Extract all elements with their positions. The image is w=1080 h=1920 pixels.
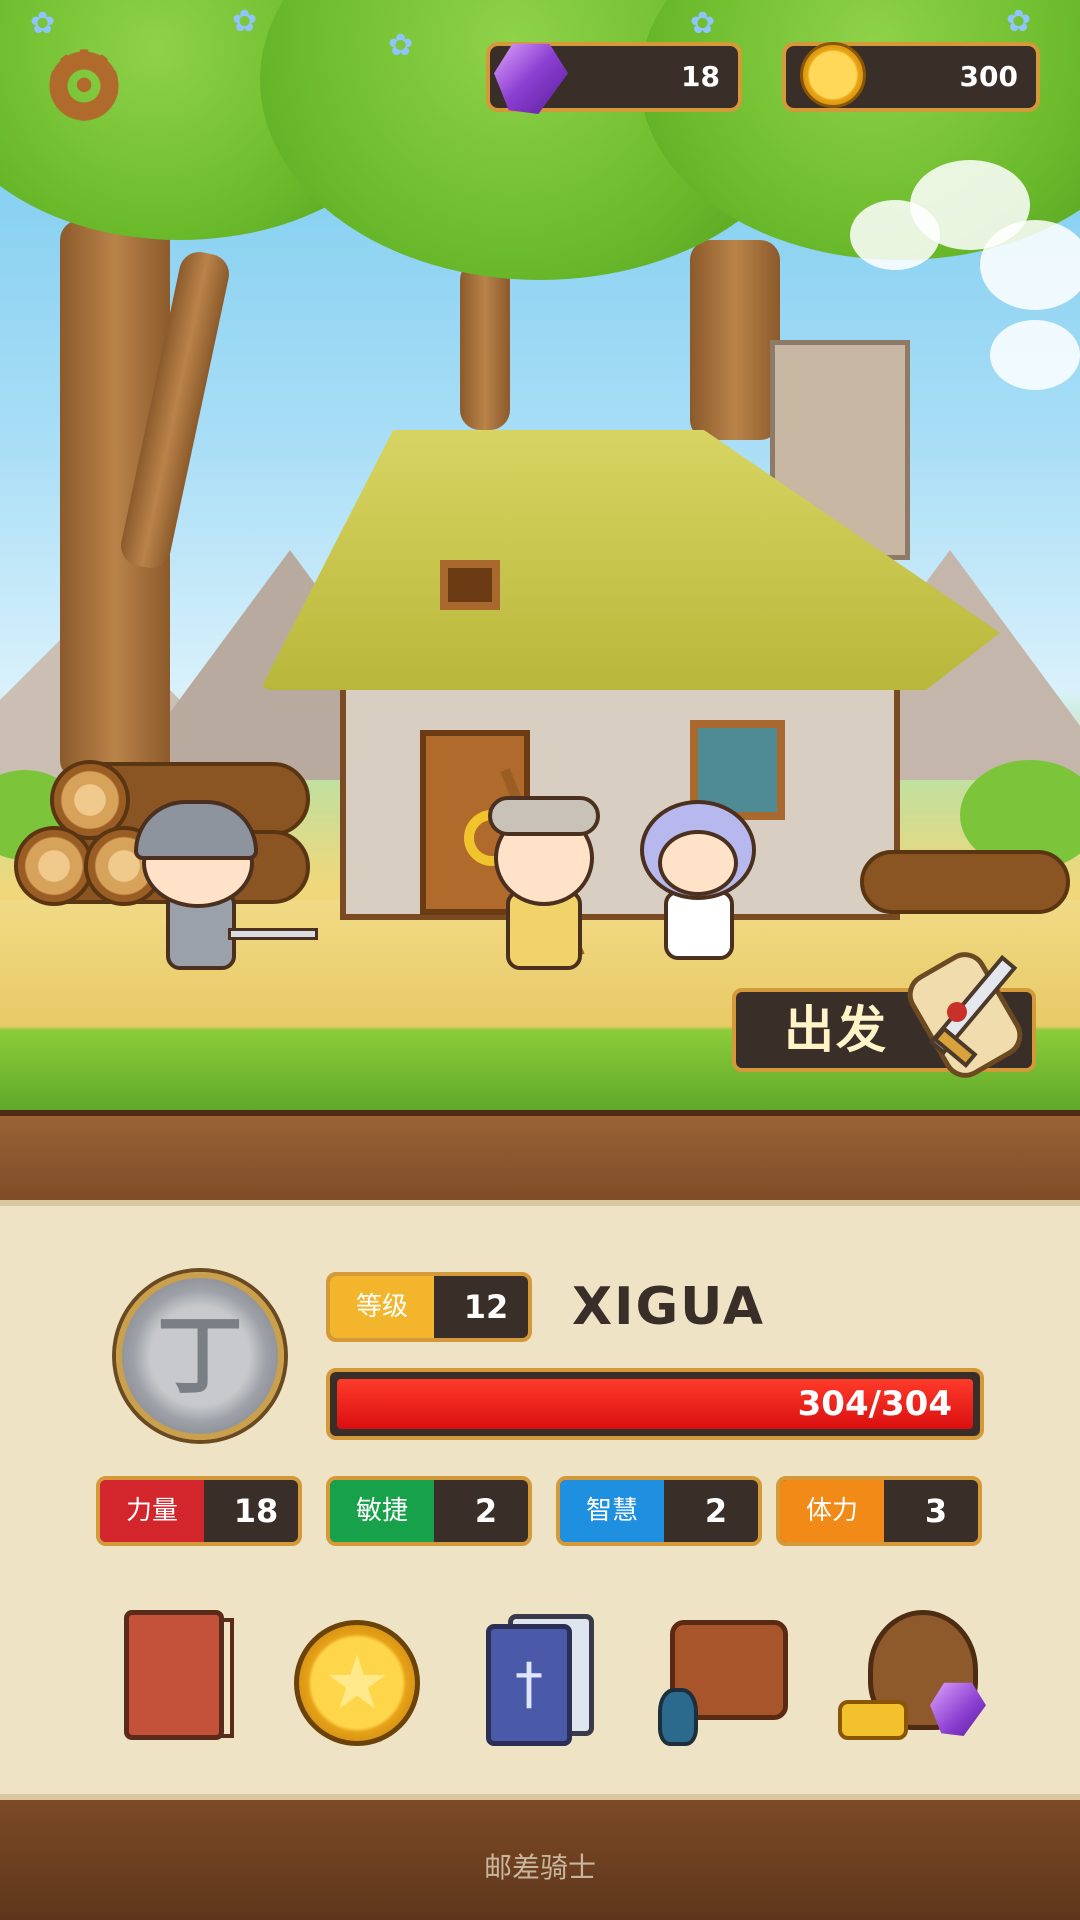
purple-gem-icon [494,43,568,114]
stat-value: 3 [924,1492,948,1530]
coin-counter[interactable]: 300 [782,42,1040,112]
depart-label: 出发 [784,1001,888,1059]
cards-button[interactable]: † [478,1600,608,1750]
stat-agility: 敏捷 2 [326,1476,532,1546]
coin-count: 300 [959,60,1018,93]
flower-icon: ✿ [690,6,716,41]
gear-icon: ⚙ [40,30,128,142]
elder-wizard-character [464,768,610,990]
level-badge: 等级 12 [326,1272,532,1342]
scroll-sword-icon[interactable] [905,940,1035,1090]
attic-window [440,560,500,610]
stat-value: 18 [233,1492,279,1530]
stat-value: 2 [474,1492,498,1530]
chimney-smoke [980,220,1080,310]
chimney-smoke [990,320,1080,390]
girl-character [640,790,760,980]
shop-button[interactable] [838,1600,988,1750]
tree-trunk [690,240,780,440]
journal-book-icon [124,1610,224,1740]
stat-stamina: 体力 3 [776,1476,982,1546]
level-label: 等级 [330,1276,434,1338]
settings-button[interactable]: ⚙ [40,30,128,142]
gold-coin-icon [800,42,866,108]
stat-label: 智慧 [560,1480,664,1542]
fallen-log [860,850,1070,914]
player-name: XIGUA [572,1277,765,1337]
game-title-footer: 邮差骑士 [483,1851,596,1884]
stat-label: 力量 [100,1480,204,1542]
flower-icon: ✿ [388,28,414,63]
hp-bar: 304/304 [326,1368,984,1440]
cottage [260,340,1000,920]
hp-text: 304/304 [797,1384,952,1424]
journal-button[interactable] [116,1600,246,1750]
player-avatar[interactable]: 丁 [116,1272,284,1440]
stat-strength: 力量 18 [96,1476,302,1546]
stat-value: 2 [704,1492,728,1530]
level-value: 12 [463,1288,509,1326]
achievements-button[interactable]: ★ [292,1600,422,1750]
gem-count: 18 [681,60,720,93]
flower-icon: ✿ [1006,4,1032,39]
flower-icon: ✿ [232,4,258,39]
stat-label: 敏捷 [330,1480,434,1542]
stat-wisdom: 智慧 2 [556,1476,762,1546]
knight-character [128,800,318,990]
tree-trunk [460,260,510,430]
inventory-button[interactable] [652,1600,798,1750]
star-coin-icon: ★ [323,1640,391,1726]
dirt-divider [0,1110,1080,1210]
avatar-glyph: 丁 [157,1306,243,1406]
stat-label: 体力 [780,1480,884,1542]
card-deck-icon: † [486,1624,572,1746]
gem-counter[interactable]: 18 [486,42,742,114]
